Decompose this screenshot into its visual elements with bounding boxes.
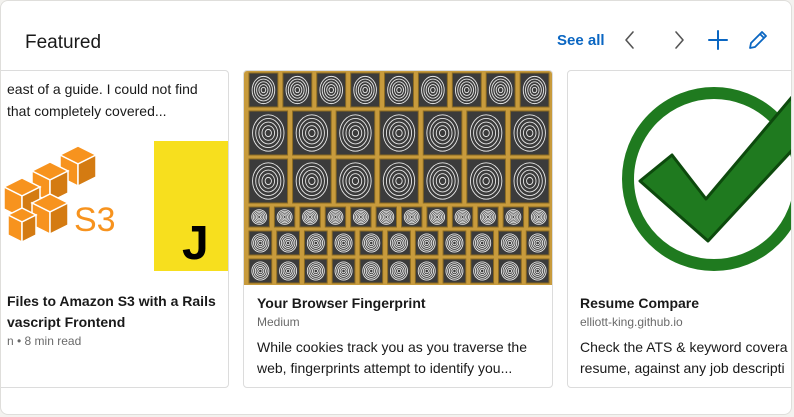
card-description-line1: Check the ATS & keyword covera: [580, 339, 788, 355]
card-title-line2: vascript Frontend: [7, 314, 126, 330]
fingerprint-tile: [331, 230, 356, 256]
featured-card-s3[interactable]: east of a guide. I could not find that c…: [1, 70, 229, 388]
fingerprint-tile: [498, 258, 522, 284]
fingerprint-tile: [248, 110, 289, 156]
fingerprint-tile: [331, 258, 356, 284]
fingerprint-tile: [422, 158, 463, 204]
card-title: Resume Compare: [580, 295, 700, 311]
card-title-line1: Files to Amazon S3 with a Rails: [7, 293, 216, 309]
featured-carousel: east of a guide. I could not find that c…: [1, 70, 791, 388]
checkmark-thumbnail: [622, 87, 791, 271]
card-description-line1: While cookies track you as you traverse …: [257, 339, 528, 355]
pencil-icon[interactable]: [746, 28, 770, 52]
fingerprint-tile: [335, 158, 376, 204]
fingerprint-tile: [417, 72, 448, 108]
fingerprint-tile: [248, 230, 273, 256]
fingerprint-tile: [359, 258, 384, 284]
fingerprint-tile: [350, 72, 381, 108]
card-meta: n • 8 min read: [7, 334, 82, 348]
fingerprint-tile: [525, 258, 550, 284]
fingerprint-tile: [442, 258, 467, 284]
fingerprint-tile: [303, 230, 328, 256]
chevron-left-icon[interactable]: [618, 28, 642, 52]
fingerprint-tile: [466, 158, 506, 204]
fingerprint-wall-thumbnail: [244, 71, 552, 285]
fingerprint-tile: [414, 258, 439, 284]
fingerprint-tile: [442, 230, 467, 256]
fingerprint-tile: [248, 158, 289, 204]
featured-card-resume-compare[interactable]: Resume Compare elliott-king.github.io Ch…: [567, 70, 791, 388]
featured-card-fingerprint[interactable]: Your Browser Fingerprint Medium While co…: [243, 70, 553, 388]
fingerprint-tile: [248, 258, 273, 284]
fingerprint-tile: [414, 230, 439, 256]
s3-logo-text: S3: [74, 201, 116, 239]
featured-panel: Featured See all east of a guide. I coul…: [0, 0, 792, 415]
fingerprint-tile: [451, 72, 482, 108]
aws-s3-js-thumbnail: S3 J: [2, 141, 228, 271]
card-title: Your Browser Fingerprint: [257, 295, 426, 311]
fingerprint-tile: [303, 258, 328, 284]
card-source: Medium: [257, 315, 300, 329]
fingerprint-tile: [276, 258, 300, 284]
fingerprint-tile: [387, 230, 411, 256]
section-title: Featured: [25, 32, 102, 53]
fingerprint-tile: [470, 258, 495, 284]
fingerprint-tile: [422, 110, 463, 156]
js-logo-letter: J: [182, 217, 209, 270]
see-all-link[interactable]: See all: [557, 32, 605, 50]
card-source: elliott-king.github.io: [580, 315, 683, 329]
fingerprint-tile: [282, 72, 313, 108]
fingerprint-tile: [509, 110, 550, 156]
fingerprint-tile: [519, 72, 550, 108]
fingerprint-tile: [485, 72, 516, 108]
fingerprint-tile: [316, 72, 347, 108]
fingerprint-tile: [509, 158, 550, 204]
fingerprint-tile: [387, 258, 411, 284]
fingerprint-tile: [379, 158, 419, 204]
fingerprint-tile: [359, 230, 384, 256]
fingerprint-tile: [292, 110, 332, 156]
chevron-right-icon[interactable]: [667, 28, 691, 52]
plus-icon[interactable]: [706, 28, 730, 52]
fingerprint-tile: [248, 72, 279, 108]
fingerprint-tile: [379, 110, 419, 156]
fingerprint-tile: [466, 110, 506, 156]
fingerprint-tile: [292, 158, 332, 204]
card-description-line2: resume, against any job descripti: [580, 360, 785, 376]
fingerprint-tile: [276, 230, 300, 256]
fingerprint-tile: [335, 110, 376, 156]
card-description-line2: web, fingerprints attempt to identify yo…: [257, 360, 513, 376]
card-snippet-line1: east of a guide. I could not find: [7, 81, 198, 97]
card-snippet-line2: that completely covered...: [7, 103, 167, 119]
fingerprint-tile: [525, 230, 550, 256]
fingerprint-tile: [384, 72, 414, 108]
fingerprint-tile: [470, 230, 495, 256]
fingerprint-tile: [498, 230, 522, 256]
